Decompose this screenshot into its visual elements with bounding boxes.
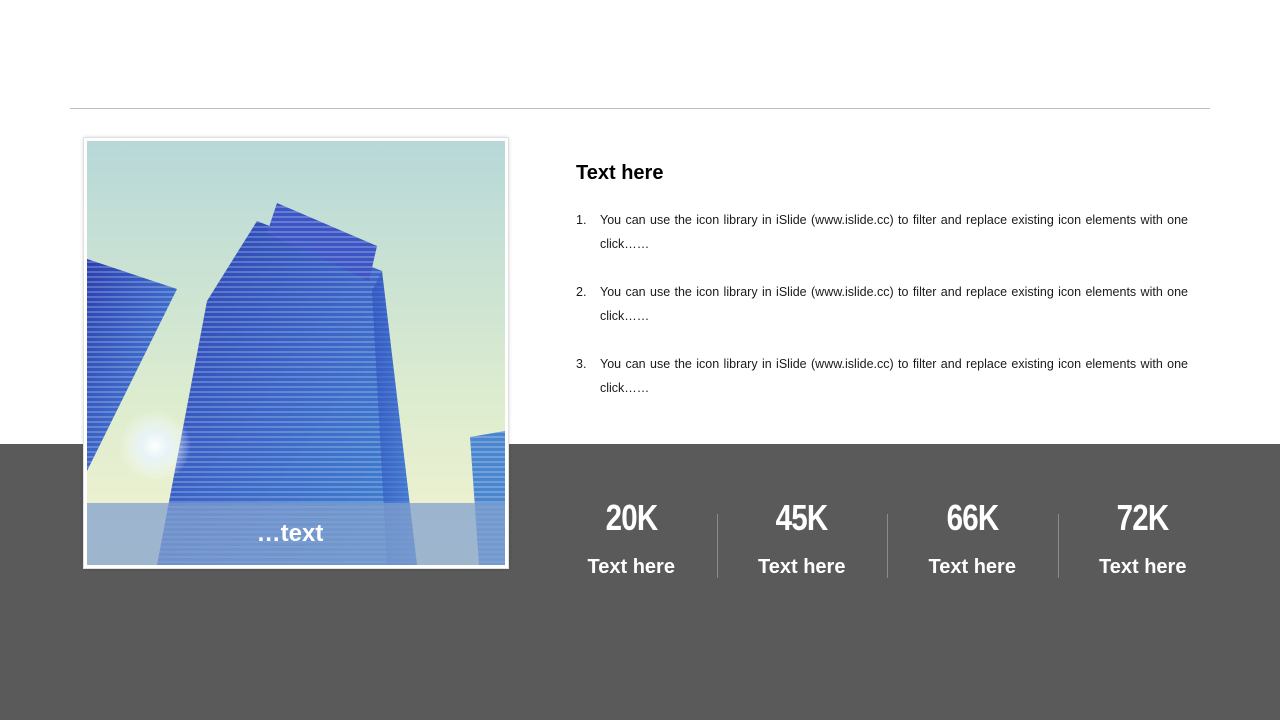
stat-item: 20K Text here — [546, 494, 717, 584]
list-item-text: You can use the icon library in iSlide (… — [600, 357, 1188, 395]
stat-item: 45K Text here — [716, 494, 888, 584]
stat-value: 72K — [1116, 497, 1170, 538]
stat-label: Text here — [587, 556, 675, 578]
list-item-text: You can use the icon library in iSlide (… — [600, 285, 1188, 323]
stat-value: 20K — [605, 497, 658, 538]
skyscraper-image — [87, 141, 505, 565]
stat-item: 72K Text here — [1057, 494, 1229, 584]
top-divider — [70, 108, 1210, 109]
stat-value: 66K — [946, 497, 999, 538]
content-title: Text here — [576, 162, 664, 184]
list-item-number: 3. — [576, 357, 587, 371]
photo-caption-bar: …text — [87, 503, 505, 565]
photo-card: …text — [84, 138, 508, 568]
list-item-number: 2. — [576, 285, 587, 299]
list-item: 3. You can use the icon library in iSlid… — [576, 352, 1188, 400]
content-section: Text here 1. You can use the icon librar… — [576, 158, 1188, 424]
stats-row: 20K Text here 45K Text here 66K Text her… — [546, 494, 1228, 584]
stat-label: Text here — [1099, 556, 1187, 578]
stat-label: Text here — [928, 556, 1016, 578]
stat-label: Text here — [758, 556, 846, 578]
list-item-text: You can use the icon library in iSlide (… — [600, 213, 1188, 251]
photo-caption: …text — [256, 520, 324, 547]
stat-item: 66K Text here — [887, 494, 1058, 584]
list-item: 1. You can use the icon library in iSlid… — [576, 208, 1188, 256]
building-photo: …text — [87, 141, 505, 565]
stat-value: 45K — [775, 497, 829, 538]
list-item: 2. You can use the icon library in iSlid… — [576, 280, 1188, 328]
list-item-number: 1. — [576, 213, 587, 227]
